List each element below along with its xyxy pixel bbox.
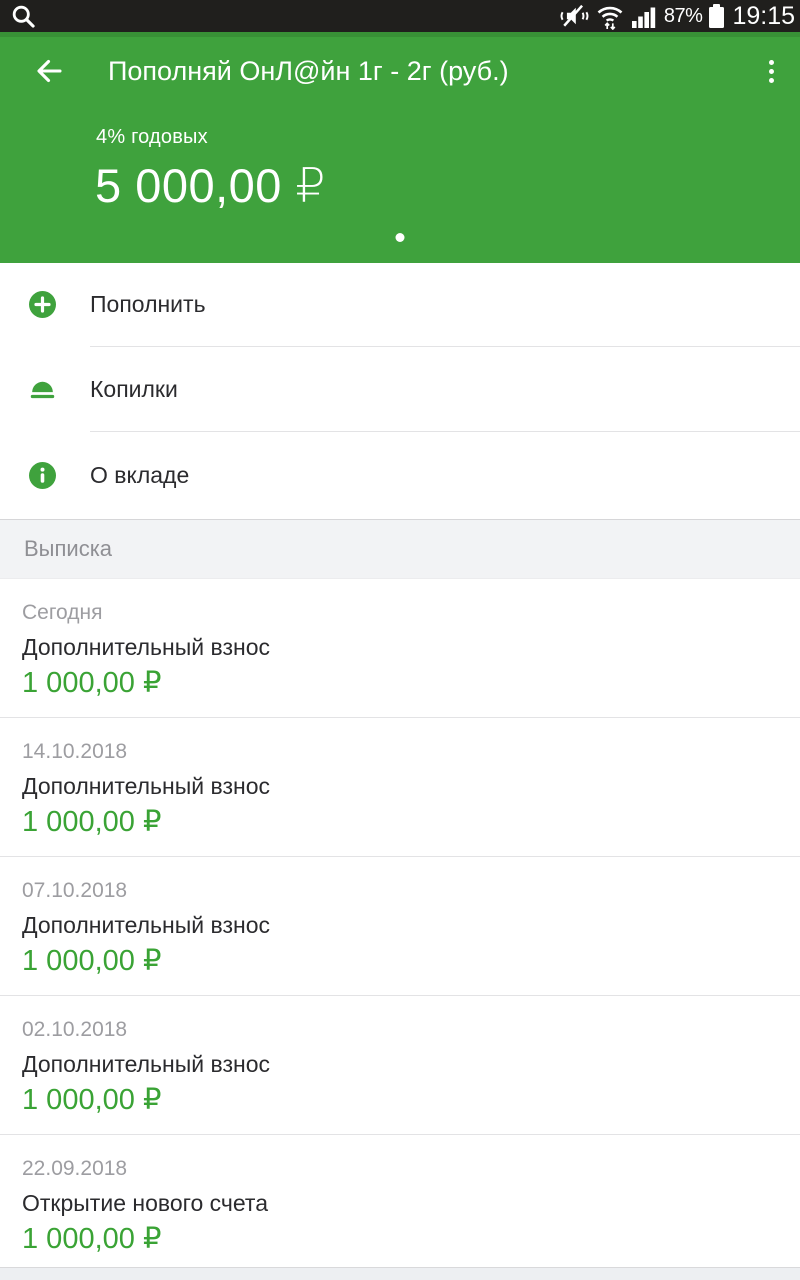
app-bar: Пополняй ОнЛ@йн 1г - 2г (руб.) <box>0 32 800 110</box>
page-indicator-dot <box>396 233 405 242</box>
battery-icon <box>709 7 724 28</box>
transaction-description: Открытие нового счета <box>22 1191 776 1215</box>
transaction-description: Дополнительный взнос <box>22 774 776 798</box>
search-icon[interactable] <box>10 3 37 30</box>
next-group-strip <box>0 1267 800 1280</box>
transaction-amount: 1 000,00 ₽ <box>22 807 776 837</box>
transaction-date: 14.10.2018 <box>22 741 776 763</box>
transaction-date: 22.09.2018 <box>22 1158 776 1180</box>
action-label: О вкладе <box>90 462 189 489</box>
transaction-row[interactable]: 02.10.2018 Дополнительный взнос 1 000,00… <box>0 996 800 1135</box>
info-icon <box>29 462 56 489</box>
status-bar: 87% 19:15 <box>0 0 800 32</box>
transaction-amount: 1 000,00 ₽ <box>22 1224 776 1254</box>
battery-percent: 87% <box>664 5 703 28</box>
transaction-amount: 1 000,00 ₽ <box>22 668 776 698</box>
transaction-date: 07.10.2018 <box>22 880 776 902</box>
action-about-deposit[interactable]: О вкладе <box>0 432 800 519</box>
transaction-description: Дополнительный взнос <box>22 913 776 937</box>
plus-icon <box>29 291 56 318</box>
back-button[interactable] <box>31 53 67 89</box>
transaction-description: Дополнительный взнос <box>22 635 776 659</box>
transaction-row[interactable]: 07.10.2018 Дополнительный взнос 1 000,00… <box>0 857 800 996</box>
action-moneyboxes[interactable]: Копилки <box>0 347 800 431</box>
transaction-row[interactable]: Сегодня Дополнительный взнос 1 000,00 ₽ <box>0 579 800 718</box>
transaction-amount: 1 000,00 ₽ <box>22 1085 776 1115</box>
page-title: Пополняй ОнЛ@йн 1г - 2г (руб.) <box>108 56 509 87</box>
moneybox-icon <box>29 376 56 403</box>
transaction-amount: 1 000,00 ₽ <box>22 946 776 976</box>
action-label: Пополнить <box>90 291 206 318</box>
statement-title: Выписка <box>24 536 112 562</box>
transaction-row[interactable]: 14.10.2018 Дополнительный взнос 1 000,00… <box>0 718 800 857</box>
sound-muted-vibrate-icon <box>560 3 589 29</box>
signal-strength-icon <box>631 4 657 28</box>
transaction-date: 02.10.2018 <box>22 1019 776 1041</box>
action-label: Копилки <box>90 376 178 403</box>
overflow-menu-button[interactable] <box>759 52 784 91</box>
transaction-description: Дополнительный взнос <box>22 1052 776 1076</box>
transaction-list: Сегодня Дополнительный взнос 1 000,00 ₽ … <box>0 579 800 1273</box>
rate-label: 4% годовых <box>96 126 800 149</box>
deposit-card: Пополняй ОнЛ@йн 1г - 2г (руб.) 4% годовы… <box>0 32 800 263</box>
statement-header: Выписка <box>0 519 800 579</box>
action-list: Пополнить Копилки О вкладе <box>0 263 800 519</box>
overflow-menu-icon <box>769 60 774 65</box>
transaction-date: Сегодня <box>22 602 776 624</box>
status-indicators: 87% 19:15 <box>560 2 795 31</box>
deposit-balance: 5 000,00 ₽ <box>95 158 800 214</box>
action-topup[interactable]: Пополнить <box>0 263 800 346</box>
transaction-row[interactable]: 22.09.2018 Открытие нового счета 1 000,0… <box>0 1135 800 1273</box>
wifi-icon <box>596 3 624 30</box>
back-arrow-icon <box>32 54 66 88</box>
status-time: 19:15 <box>732 2 795 31</box>
